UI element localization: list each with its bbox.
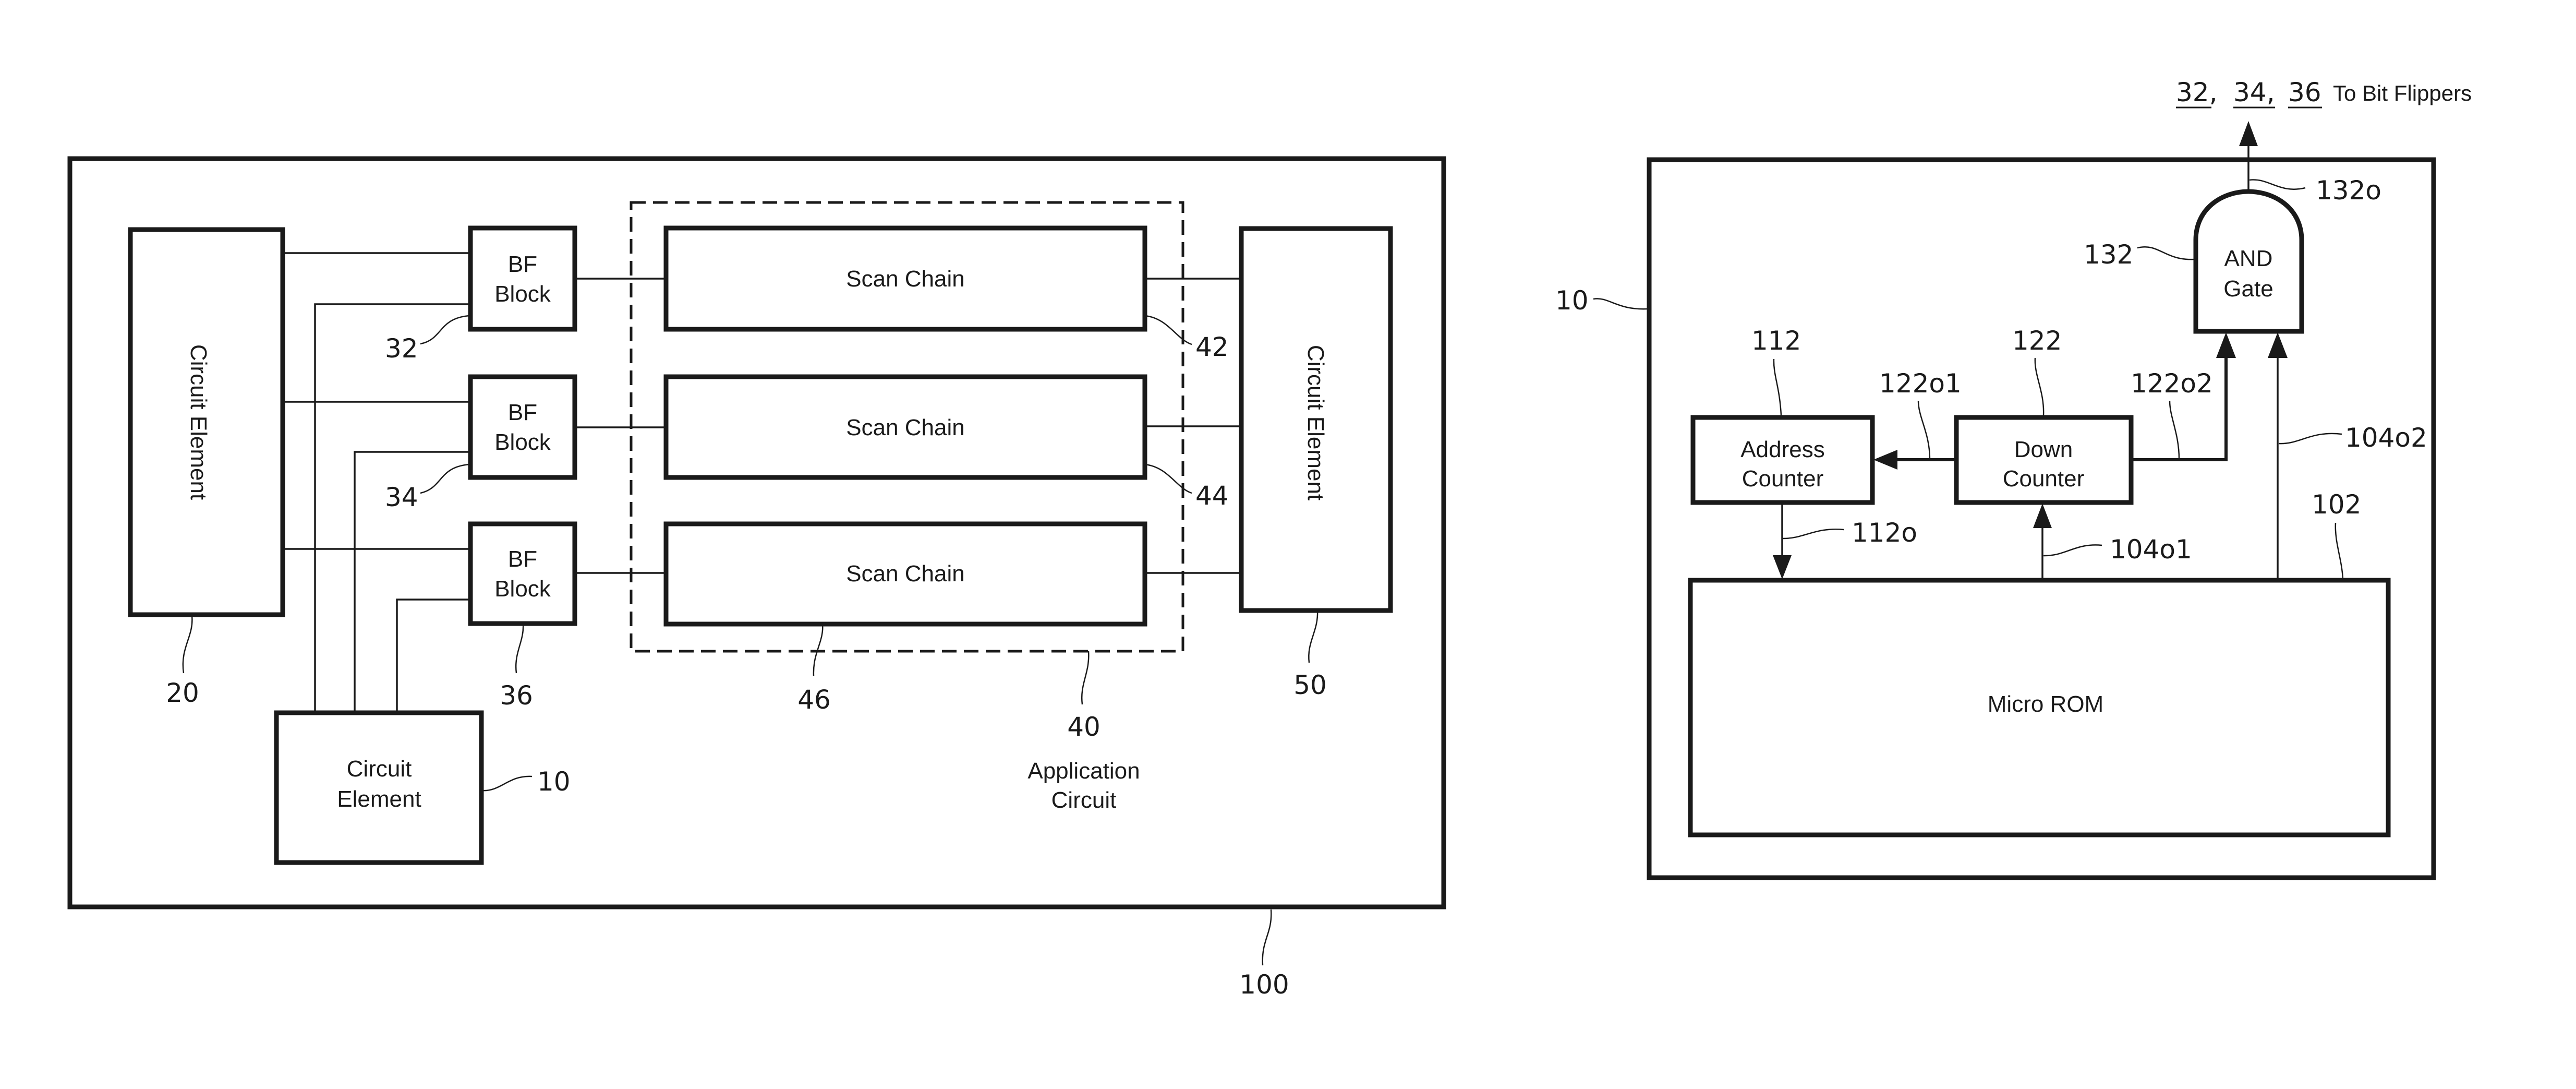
ref-10-right: 10 <box>1555 285 1589 316</box>
circuit-element-50: Circuit Element <box>1239 226 1393 613</box>
ref-44: 44 <box>1195 481 1229 511</box>
ref-102: 102 <box>2312 489 2361 520</box>
leader-104o2 <box>2278 433 2342 445</box>
circuit-element-10-line2: Element <box>337 786 421 812</box>
and-gate-line1: AND <box>2224 246 2273 271</box>
ref-132o: 132o <box>2316 175 2381 206</box>
signal-104o2-arrowhead <box>2268 332 2288 358</box>
bf-block-32-line2: Block <box>494 281 551 307</box>
ref-20: 20 <box>166 678 199 708</box>
left-figure: Circuit Element BF Block BF Block BF Blo… <box>67 156 1446 1000</box>
and-gate-132: AND Gate <box>2193 189 2304 334</box>
bf-block-36: BF Block <box>468 521 577 626</box>
leader-132 <box>2137 246 2195 260</box>
leader-40 <box>1081 651 1090 705</box>
circuit-element-10-line1: Circuit <box>347 756 412 782</box>
dest-ref-36: 36 <box>2288 77 2321 107</box>
scan-chain-44-label: Scan Chain <box>846 415 964 440</box>
ref-32: 32 <box>385 333 418 364</box>
ref-132: 132 <box>2084 240 2133 270</box>
ref-34: 34 <box>385 482 418 512</box>
micro-rom-102: Micro ROM <box>1688 578 2391 837</box>
leader-20 <box>182 615 193 674</box>
output-arrowhead <box>2239 121 2258 146</box>
ref-42: 42 <box>1195 332 1229 362</box>
bf-block-34: BF Block <box>468 374 577 480</box>
signal-112o-arrowhead <box>1773 555 1792 579</box>
ref-50: 50 <box>1293 670 1327 700</box>
leader-122o2 <box>2169 400 2180 460</box>
ref-40: 40 <box>1067 712 1100 742</box>
circuit-element-20: Circuit Element <box>128 227 285 617</box>
right-figure: 10 32, 34, 36 To Bit Flippers AND Gate 1… <box>1555 77 2472 880</box>
and-gate-line2: Gate <box>2223 276 2273 302</box>
leader-102 <box>2335 522 2344 580</box>
leader-122 <box>2034 357 2045 416</box>
ref-10-left: 10 <box>537 767 571 797</box>
down-counter-line1: Down <box>2014 437 2073 462</box>
down-counter-122: Down Counter <box>1954 415 2134 505</box>
leader-10-left <box>481 775 533 792</box>
down-counter-line2: Counter <box>2003 466 2085 492</box>
ref-46: 46 <box>797 685 831 715</box>
dest-ref-32: 32, <box>2176 77 2218 107</box>
dest-text: To Bit Flippers <box>2333 81 2472 105</box>
bf-block-36-line2: Block <box>494 576 551 602</box>
bf-block-36-line1: BF <box>508 546 537 572</box>
dest-ref-34: 34, <box>2233 77 2275 107</box>
leader-36 <box>515 624 524 674</box>
ref-100: 100 <box>1239 970 1289 1000</box>
ref-36: 36 <box>500 680 533 711</box>
leader-50 <box>1308 610 1319 663</box>
ref-112o: 112o <box>1852 518 1917 548</box>
ref-104o2: 104o2 <box>2345 423 2427 453</box>
bf-block-32-box <box>468 225 577 332</box>
bit-flipper-destination: 32, 34, 36 To Bit Flippers <box>2176 77 2472 109</box>
patent-figure: Circuit Element BF Block BF Block BF Blo… <box>67 77 2472 1000</box>
signal-104o1-arrowhead <box>2033 504 2052 528</box>
circuit-element-10: Circuit Element <box>274 710 484 865</box>
leader-34 <box>420 463 470 494</box>
ref-122: 122 <box>2012 326 2062 356</box>
address-counter-line1: Address <box>1740 437 1824 462</box>
scan-chain-44: Scan Chain <box>663 374 1147 480</box>
leader-112o <box>1783 529 1844 540</box>
leader-10-right <box>1593 298 1649 310</box>
bf-block-34-line2: Block <box>494 429 551 455</box>
leader-100 <box>1262 909 1272 966</box>
ref-112: 112 <box>1751 326 1801 356</box>
signal-122o1-arrowhead <box>1873 450 1897 470</box>
ref-122o2: 122o2 <box>2131 368 2213 399</box>
leader-132o <box>2249 179 2306 190</box>
circuit-element-20-label: Circuit Element <box>186 344 211 500</box>
address-counter-line2: Counter <box>1742 466 1824 492</box>
application-circuit-label-line2: Circuit <box>1051 787 1117 813</box>
bf-block-34-line1: BF <box>508 400 537 425</box>
address-counter-112: Address Counter <box>1690 415 1875 505</box>
leader-112 <box>1773 358 1782 416</box>
leader-42 <box>1144 315 1192 345</box>
scan-chain-46-label: Scan Chain <box>846 561 964 587</box>
leader-122o1 <box>1917 400 1931 460</box>
bf-block-32-line1: BF <box>508 252 537 277</box>
ref-122o1: 122o1 <box>1879 368 1962 399</box>
bf-block-36-box <box>468 521 577 626</box>
ref-104o1: 104o1 <box>2110 534 2192 565</box>
micro-rom-label: Micro ROM <box>1988 691 2103 717</box>
scan-chain-42-label: Scan Chain <box>846 266 964 292</box>
leader-32 <box>420 315 470 345</box>
scan-chain-42: Scan Chain <box>663 225 1147 332</box>
circuit-element-50-label: Circuit Element <box>1303 345 1328 500</box>
bf-block-34-box <box>468 374 577 480</box>
wire-ce10-bf36 <box>396 599 470 713</box>
bf-block-32: BF Block <box>468 225 577 332</box>
scan-chain-46: Scan Chain <box>663 521 1147 627</box>
leader-44 <box>1144 463 1192 494</box>
leader-104o1 <box>2043 544 2102 557</box>
signal-122o2-arrowhead <box>2216 332 2236 358</box>
application-circuit-label-line1: Application <box>1027 758 1140 784</box>
